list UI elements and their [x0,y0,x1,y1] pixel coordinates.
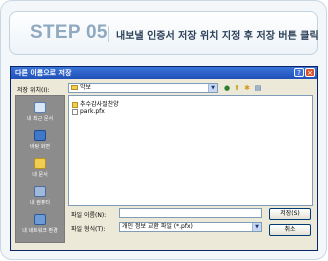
step-header: STEP 05 내보낼 인증서 저장 위치 지정 후 저장 버튼 클릭 [9,11,319,55]
new-folder-icon[interactable]: ✱ [243,84,251,92]
place-label: 내 문서 [32,172,48,178]
file-name: park.pfx [80,108,105,115]
file-icon [72,108,78,115]
back-icon[interactable]: ● [223,84,231,92]
save-button[interactable]: 저장(S) [269,208,311,220]
filetype-label: 파일 형식(T): [71,226,106,233]
place-label: 바탕 화면 [30,144,50,150]
chevron-down-icon[interactable]: ▼ [208,84,217,92]
close-button[interactable]: × [305,68,315,77]
places-bar: 내 최근 문서 바탕 화면 내 문서 내 컴퓨터 내 네트워크 환경 [15,95,65,243]
cancel-button[interactable]: 취소 [269,224,311,236]
filename-label: 파일 이름(N): [71,212,107,219]
place-desktop[interactable]: 바탕 화면 [16,130,64,150]
place-label: 내 최근 문서 [26,116,54,122]
list-item[interactable]: park.pfx [72,108,105,115]
save-as-dialog: 다른 이름으로 저장 ? × 저장 위치(I): 악보 ▼ ● ⬆ ✱ ▤ 내 … [10,66,318,251]
step-description: 내보낼 인증서 저장 위치 지정 후 저장 버튼 클릭 [116,31,319,42]
help-button[interactable]: ? [294,68,304,77]
file-name: 추수감사절찬양 [80,101,119,108]
dialog-title: 다른 이름으로 저장 [15,69,72,77]
save-in-label: 저장 위치(I): [17,87,50,94]
step-divider [108,26,109,42]
save-in-dropdown[interactable]: 악보 ▼ [68,83,218,93]
list-item[interactable]: 추수감사절찬양 [72,99,119,108]
dialog-titlebar[interactable]: 다른 이름으로 저장 ? × [11,67,317,79]
filetype-dropdown[interactable]: 개인 정보 교환 파일 (*.pfx) ▼ [119,222,262,232]
views-menu-icon[interactable]: ▤ [254,84,262,92]
place-label: 내 네트워크 환경 [22,228,58,234]
place-my-computer[interactable]: 내 컴퓨터 [16,186,64,206]
my-documents-icon [34,158,46,169]
desktop-icon [34,130,46,141]
filetype-value: 개인 정보 교환 파일 (*.pfx) [122,223,193,230]
up-folder-icon[interactable]: ⬆ [233,84,241,92]
filename-input[interactable] [119,208,262,218]
folder-icon [72,101,78,108]
place-my-documents[interactable]: 내 문서 [16,158,64,178]
chevron-down-icon[interactable]: ▼ [252,223,261,231]
place-label: 내 컴퓨터 [30,200,50,206]
my-computer-icon [34,186,46,197]
step-number: STEP 05 [30,22,108,43]
folder-icon [71,85,78,90]
file-list[interactable]: 추수감사절찬양 park.pfx [68,95,313,206]
instruction-card: STEP 05 내보낼 인증서 저장 위치 지정 후 저장 버튼 클릭 다른 이… [0,0,327,260]
save-in-value: 악보 [80,84,92,91]
network-places-icon [34,214,46,225]
place-network[interactable]: 내 네트워크 환경 [16,214,64,234]
place-recent[interactable]: 내 최근 문서 [16,102,64,122]
recent-documents-icon [34,102,46,113]
